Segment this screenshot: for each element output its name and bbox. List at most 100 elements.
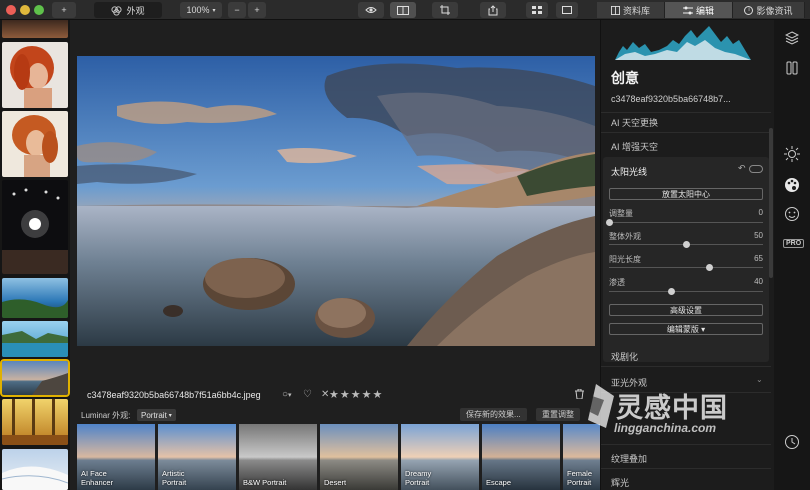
minimize-window-button[interactable] [20,5,30,15]
filmstrip-thumbnail[interactable] [2,180,68,274]
share-icon [488,4,498,15]
sunrays-tool: 太阳光线 ↶ 放置太阳中心 调整量 0 整体外观 50 阳光长度 65 渗透 4… [603,157,769,362]
stage-image [2,188,68,274]
looks-category-select[interactable]: Portrait ▾ [137,409,176,421]
look-thumbnail[interactable]: Escape [482,424,560,490]
zoom-in-label: + [254,5,260,15]
looks-label: Luminar 外观: [81,411,131,420]
reset-adjustments-label: 重置调整 [542,410,574,419]
grid-view-button[interactable] [526,2,548,18]
crop-button[interactable] [432,2,458,18]
tab-library[interactable]: 资料库 [597,2,665,18]
tab-info-label: 影像资讯 [756,5,793,16]
look-thumbnail[interactable]: B&W Portrait [239,424,317,490]
layers-icon[interactable] [782,28,802,48]
color-label-button[interactable]: ○▾ [282,389,292,400]
tab-info[interactable]: i 影像资讯 [733,2,805,18]
look-thumbnail[interactable]: Desert [320,424,398,490]
place-sun-center-button[interactable]: 放置太阳中心 [609,188,763,200]
zoom-in-button[interactable]: + [248,2,266,18]
amount-slider[interactable] [606,219,763,226]
chevron-down-icon: ▾ [288,392,292,399]
sliders-icon [682,6,693,14]
reset-adjustments-button[interactable]: 重置调整 [536,408,580,421]
compare-icon [397,5,409,15]
add-button[interactable]: + [52,2,76,18]
slider-label: 阳光长度 [609,255,641,264]
edit-mask-button[interactable]: 编辑蒙版 ▾ [609,323,763,335]
tool-texture-overlay[interactable]: 纹理叠加 [611,452,647,465]
slider-knob[interactable] [683,241,690,248]
filmstrip-thumbnail[interactable] [2,278,68,318]
look-thumbnail[interactable]: Female Portrait [563,424,600,490]
maximize-window-button[interactable] [34,5,44,15]
filmstrip-thumbnail[interactable] [2,42,68,108]
share-button[interactable] [480,2,506,18]
single-view-button[interactable] [556,2,578,18]
crop-icon [440,5,450,15]
save-look-label: 保存新的效果... [466,410,521,419]
zoom-out-label: − [234,5,240,15]
tool-matte-look[interactable]: 亚光外观 [611,376,647,389]
overall-look-slider[interactable] [609,241,763,248]
history-clock-icon[interactable] [782,432,802,452]
add-label: + [61,5,67,15]
info-icon: i [744,5,754,15]
main-photo[interactable] [77,56,595,346]
favorite-button[interactable]: ♡ [303,389,312,400]
edit-mask-label: 编辑蒙版 ▾ [666,324,706,334]
chevron-down-icon: ▾ [212,7,216,14]
panel-scrollbar[interactable] [769,128,773,278]
slider-knob[interactable] [606,219,613,226]
penetration-slider[interactable] [609,288,763,295]
canvas-icon[interactable] [782,58,802,78]
looks-view-button[interactable]: 外观 [94,2,162,18]
mode-tabs: 资料库 编辑 i 影像资讯 [597,2,805,18]
visibility-toggle[interactable] [749,165,763,173]
compare-button[interactable] [390,2,416,18]
sunrays-title: 太阳光线 [611,167,648,177]
filmstrip-thumbnail[interactable] [2,449,68,490]
slider-value: 40 [754,277,763,286]
look-thumbnail[interactable]: AI Face Enhancer [77,424,155,490]
coast-image [2,331,68,357]
creative-palette-icon[interactable] [782,175,802,195]
slider-value: 65 [754,254,763,263]
delete-button[interactable] [575,388,584,402]
panel-title: 创意 [611,70,639,86]
star-rating[interactable]: ★★★★★ [329,388,383,401]
look-thumbnail[interactable]: Artistic Portrait [158,424,236,490]
look-label: AI Face Enhancer [81,469,114,487]
zoom-select[interactable]: 100% ▾ [180,2,222,18]
panel-image-name: c3478eaf9320b5ba66748b7... [611,94,731,104]
pro-tools-icon[interactable]: PRO [783,239,805,248]
undo-icon[interactable]: ↶ [738,163,746,174]
filmstrip-thumbnail[interactable] [2,321,68,357]
eye-icon [365,7,377,13]
zoom-out-button[interactable]: − [228,2,246,18]
preview-eye-button[interactable] [358,2,384,18]
filmstrip-thumbnail[interactable] [2,111,68,177]
tool-ai-sky-replacement[interactable]: AI 天空更换 [611,116,658,129]
essentials-sun-icon[interactable] [782,144,802,164]
close-window-button[interactable] [6,5,16,15]
save-look-button[interactable]: 保存新的效果... [460,408,527,421]
filmstrip [0,20,70,490]
look-thumbnail[interactable]: Dreamy Portrait [401,424,479,490]
looks-view-label: 外观 [126,5,145,16]
portrait-face-icon[interactable] [782,204,802,224]
filmstrip-thumbnail-selected[interactable] [0,359,70,397]
slider-knob[interactable] [667,288,675,295]
tool-glow[interactable]: 辉光 [611,476,629,489]
filmstrip-thumbnail[interactable] [2,20,68,38]
tool-dramatic[interactable]: 戏剧化 [611,350,638,363]
filmstrip-thumbnail[interactable] [2,399,68,445]
slider-knob[interactable] [706,264,714,271]
ray-length-slider[interactable] [609,264,763,271]
tool-ai-sky-enhancer[interactable]: AI 增强天空 [611,140,658,153]
tab-edit[interactable]: 编辑 [665,2,733,18]
slider-value: 50 [754,231,763,240]
look-label: Artistic Portrait [162,469,187,487]
advanced-settings-button[interactable]: 高级设置 [609,304,763,316]
divider [601,112,771,113]
